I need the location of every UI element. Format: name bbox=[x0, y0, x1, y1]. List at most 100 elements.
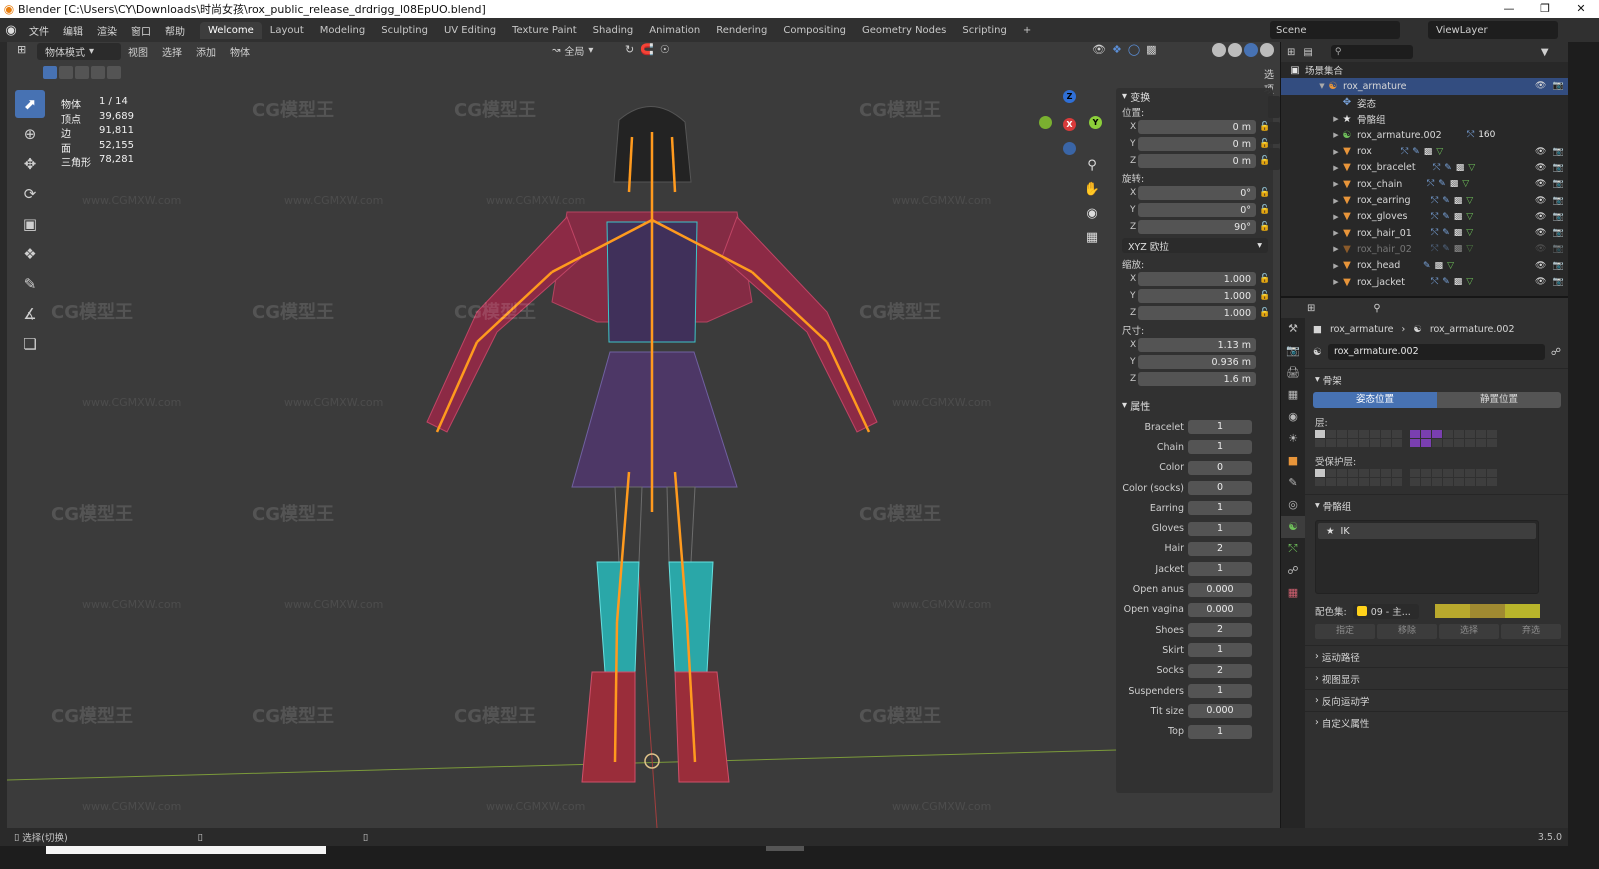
outliner-item-rox-hair-01[interactable]: ▶ ▼ rox_hair_01 ⤲ ✎ ▩ ▽ 👁 📷 bbox=[1281, 225, 1568, 241]
eye-icon[interactable]: 👁 bbox=[1535, 228, 1546, 238]
interaction-mode-dropdown[interactable]: 物体模式 ▾ bbox=[37, 42, 121, 60]
editor-type-icon[interactable]: ⊞ bbox=[17, 43, 26, 56]
property-value-field[interactable]: 0 bbox=[1188, 481, 1252, 496]
measure-tool-icon[interactable]: ∡ bbox=[15, 300, 45, 328]
eye-icon[interactable]: 👁 bbox=[1535, 277, 1546, 287]
eye-closed-icon[interactable]: 👁 bbox=[1535, 244, 1546, 254]
outliner-item-bone-groups[interactable]: ▶ ★ 骨骼组 bbox=[1281, 111, 1568, 127]
scale-x-field[interactable]: 1.000 bbox=[1138, 272, 1256, 286]
tab-object-icon[interactable]: ■ bbox=[1281, 450, 1305, 472]
outliner-item-rox-gloves[interactable]: ▶ ▼ rox_gloves ⤲ ✎ ▩ ▽ 👁 📷 bbox=[1281, 209, 1568, 225]
select-invert-icon[interactable] bbox=[91, 66, 105, 79]
property-value-field[interactable]: 1 bbox=[1188, 724, 1252, 739]
sidebar-tab-item[interactable] bbox=[1268, 96, 1280, 118]
add-cube-tool-icon[interactable]: ❏ bbox=[15, 330, 45, 358]
xray-toggle-icon[interactable]: ▩ bbox=[1146, 43, 1156, 56]
sidebar-tab-tool[interactable] bbox=[1268, 122, 1280, 144]
location-x-field[interactable]: 0 m bbox=[1138, 120, 1256, 134]
deselect-button[interactable]: 弃选 bbox=[1501, 624, 1561, 639]
maximize-button[interactable]: ❐ bbox=[1527, 0, 1563, 18]
display-mode-icon[interactable]: ▤ bbox=[1303, 47, 1312, 58]
camera-icon[interactable]: 📷 bbox=[1552, 277, 1563, 287]
camera-icon[interactable]: 📷 bbox=[1552, 179, 1563, 189]
outliner-item-armature-data[interactable]: ▶ ☯ rox_armature.002 ⤲ 160 bbox=[1281, 127, 1568, 143]
inverse-kinematics-section[interactable]: › 反向运动学 bbox=[1305, 689, 1569, 711]
camera-icon[interactable]: 📷 bbox=[1552, 228, 1563, 238]
tab-output-icon[interactable]: 🖨 bbox=[1281, 362, 1305, 384]
view-layer-selector[interactable]: ViewLayer bbox=[1428, 21, 1558, 39]
tab-world-icon[interactable]: ☀ bbox=[1281, 428, 1305, 450]
bone-layers-grid[interactable] bbox=[1315, 430, 1569, 447]
outliner-item-rox-jacket[interactable]: ▶ ▼ rox_jacket ⤲ ✎ ▩ ▽ 👁 📷 bbox=[1281, 274, 1568, 290]
outliner-item-rox-hair-02[interactable]: ▶ ▼ rox_hair_02 ⤲ ✎ ▩ ▽ 👁 📷 bbox=[1281, 241, 1568, 257]
layer-block-left[interactable] bbox=[1315, 430, 1402, 447]
property-value-field[interactable]: 0 bbox=[1188, 460, 1252, 475]
tab-view-layer-icon[interactable]: ▦ bbox=[1281, 384, 1305, 406]
material-preview-icon[interactable] bbox=[1244, 43, 1258, 57]
tab-layout[interactable]: Layout bbox=[262, 22, 312, 39]
scale-z-field[interactable]: 1.000 bbox=[1138, 306, 1256, 320]
property-value-field[interactable]: 0.000 bbox=[1188, 602, 1252, 617]
rotation-y-field[interactable]: 0° bbox=[1138, 203, 1256, 217]
rotate-tool-icon[interactable]: ⟳ bbox=[15, 180, 45, 208]
tab-tool-icon[interactable]: ⚒ bbox=[1281, 318, 1305, 340]
tab-scripting[interactable]: Scripting bbox=[954, 22, 1014, 39]
tab-texture-icon[interactable]: ▦ bbox=[1281, 582, 1305, 604]
neg-y-axis-handle[interactable] bbox=[1039, 116, 1052, 129]
3d-viewport[interactable]: ⊞ 物体模式 ▾ 视图 选择 添加 物体 ↝ 全局 ▾ ↻ 🧲 ☉ 👁 ❖ ◯ … bbox=[7, 42, 1280, 828]
custom-properties-section[interactable]: › 自定义属性 bbox=[1305, 711, 1569, 733]
eye-icon[interactable]: 👁 bbox=[1535, 147, 1546, 157]
expand-arrow-icon[interactable]: ▶ bbox=[1331, 115, 1341, 123]
transform-orientation-dropdown[interactable]: ↝ 全局 ▾ bbox=[552, 43, 593, 58]
outliner-item-rox-armature[interactable]: ▼ ☯ rox_armature 👁 📷 bbox=[1281, 78, 1568, 95]
property-value-field[interactable]: 0.000 bbox=[1188, 704, 1252, 719]
select-subtract-icon[interactable] bbox=[75, 66, 89, 79]
lock-icon[interactable]: 🔓 bbox=[1258, 291, 1272, 301]
cursor-tool-icon[interactable]: ⊕ bbox=[15, 120, 45, 148]
transform-tool-icon[interactable]: ❖ bbox=[15, 240, 45, 268]
filter-icon[interactable]: ▼ bbox=[1541, 47, 1549, 58]
tab-rendering[interactable]: Rendering bbox=[708, 22, 775, 39]
property-value-field[interactable]: 2 bbox=[1188, 663, 1252, 678]
menu-window[interactable]: 窗口 bbox=[124, 23, 158, 38]
normal-color-swatch[interactable] bbox=[1434, 604, 1470, 618]
z-axis-handle[interactable]: Z bbox=[1063, 90, 1076, 103]
camera-icon[interactable]: 📷 bbox=[1552, 147, 1563, 157]
tab-sculpting[interactable]: Sculpting bbox=[373, 22, 436, 39]
dimensions-z-field[interactable]: 1.6 m bbox=[1138, 372, 1256, 386]
scale-tool-icon[interactable]: ▣ bbox=[15, 210, 45, 238]
camera-view-icon[interactable]: ◉ bbox=[1082, 206, 1102, 226]
pivot-point-icon[interactable]: ↻ bbox=[625, 43, 634, 56]
expand-arrow-icon[interactable]: ▶ bbox=[1331, 262, 1341, 270]
search-icon[interactable]: ⚲ bbox=[1373, 303, 1380, 314]
layer-block-left[interactable] bbox=[1315, 469, 1402, 486]
bone-groups-section-header[interactable]: ▾ 骨骼组 bbox=[1305, 494, 1569, 516]
add-workspace-button[interactable]: + bbox=[1015, 22, 1039, 39]
active-color-swatch[interactable] bbox=[1504, 604, 1540, 618]
pose-position-button[interactable]: 姿态位置 bbox=[1313, 392, 1437, 408]
outliner-item-rox-head[interactable]: ▶ ▼ rox_head ✎ ▩ ▽ 👁 📷 bbox=[1281, 258, 1568, 274]
outliner-search-input[interactable]: ⚲ bbox=[1330, 45, 1413, 59]
tab-modifiers-icon[interactable]: ✎ bbox=[1281, 472, 1305, 494]
outliner-item-rox-chain[interactable]: ▶ ▼ rox_chain ⤲ ✎ ▩ ▽ 👁 📷 bbox=[1281, 176, 1568, 192]
pan-hand-icon[interactable]: ✋ bbox=[1082, 182, 1102, 202]
tab-modeling[interactable]: Modeling bbox=[312, 22, 374, 39]
menu-add[interactable]: 添加 bbox=[189, 44, 223, 59]
scene-collection-row[interactable]: ▣ 场景集合 bbox=[1281, 62, 1568, 78]
menu-file[interactable]: 文件 bbox=[22, 23, 56, 38]
transform-panel-header[interactable]: ▾ 变换 bbox=[1116, 88, 1273, 104]
location-y-field[interactable]: 0 m bbox=[1138, 137, 1256, 151]
armature-name-input[interactable]: rox_armature.002 bbox=[1327, 344, 1545, 360]
lock-icon[interactable]: 🔓 bbox=[1258, 274, 1272, 284]
select-box-tool-icon[interactable]: ⬈ bbox=[15, 90, 45, 118]
expand-arrow-icon[interactable]: ▶ bbox=[1331, 180, 1341, 188]
select-button[interactable]: 选择 bbox=[1439, 624, 1499, 639]
menu-object[interactable]: 物体 bbox=[223, 44, 257, 59]
expand-arrow-icon[interactable]: ▶ bbox=[1331, 278, 1341, 286]
expand-arrow-icon[interactable]: ▼ bbox=[1317, 82, 1327, 90]
tab-render-icon[interactable]: 📷 bbox=[1281, 340, 1305, 362]
camera-icon[interactable]: 📷 bbox=[1552, 163, 1563, 173]
rotation-x-field[interactable]: 0° bbox=[1138, 186, 1256, 200]
skeleton-section-header[interactable]: ▾ 骨架 bbox=[1305, 368, 1569, 390]
dimensions-x-field[interactable]: 1.13 m bbox=[1138, 338, 1256, 352]
